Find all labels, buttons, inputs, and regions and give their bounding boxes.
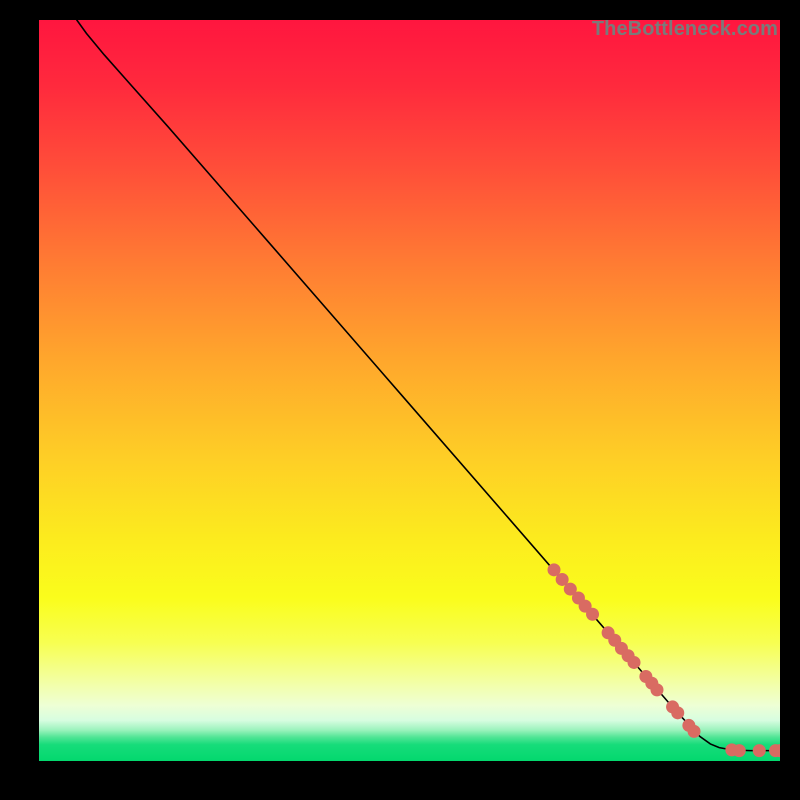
chart-svg <box>39 20 780 761</box>
chart-area: TheBottleneck.com <box>39 20 780 761</box>
attribution-text: TheBottleneck.com <box>592 18 778 41</box>
